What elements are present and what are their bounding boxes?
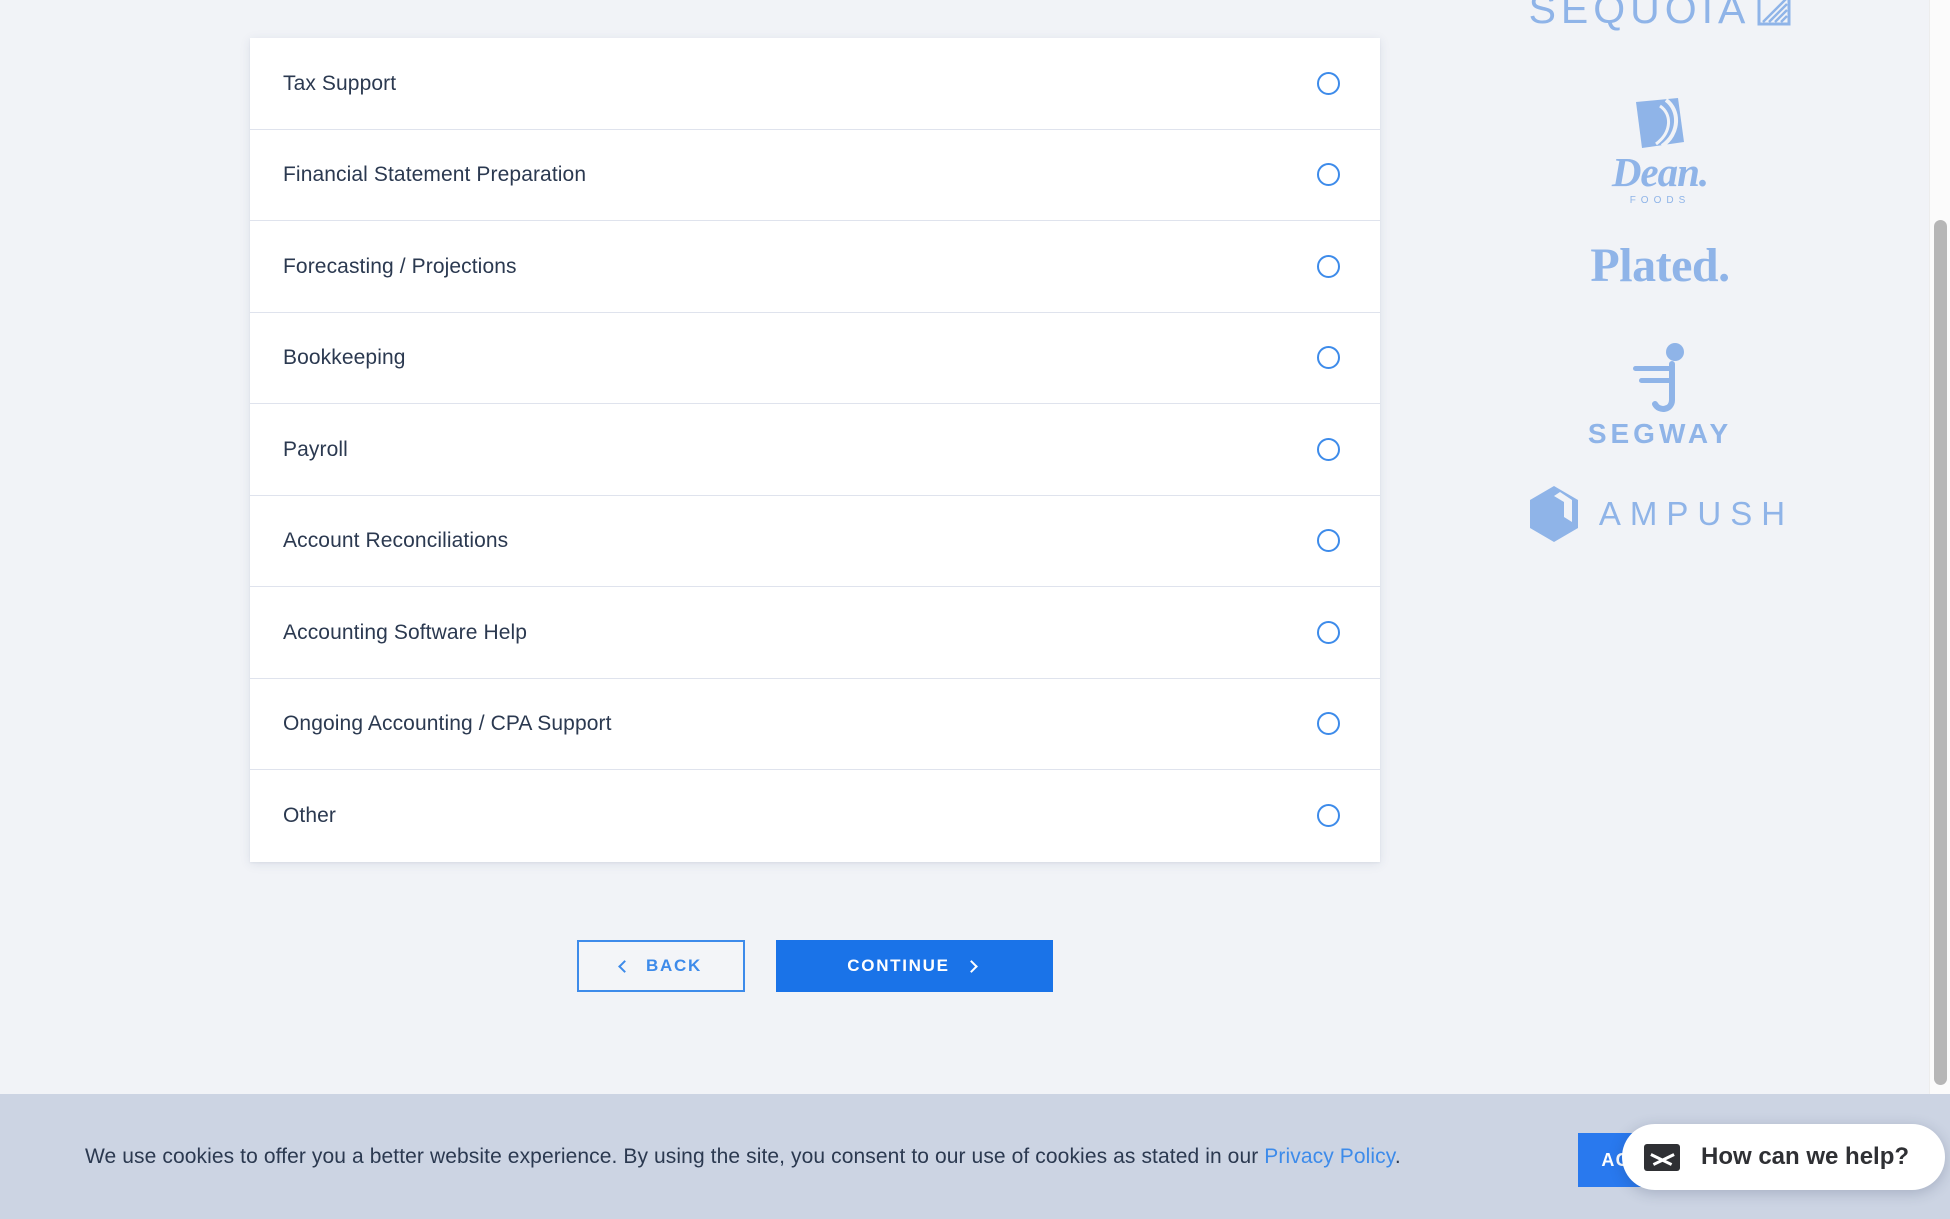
option-row-bookkeeping[interactable]: Bookkeeping — [250, 312, 1380, 404]
privacy-policy-link[interactable]: Privacy Policy — [1264, 1145, 1395, 1168]
radio-button-payroll[interactable] — [1317, 437, 1340, 461]
options-card: Tax Support Financial Statement Preparat… — [250, 38, 1380, 862]
segway-mark-icon — [1633, 343, 1684, 412]
envelope-icon — [1644, 1143, 1680, 1171]
continue-button-label: CONTINUE — [847, 956, 950, 975]
logo-plated: Plated. — [1390, 226, 1930, 304]
logo-ampush: AMPUSH — [1390, 470, 1930, 558]
chevron-right-icon — [964, 959, 978, 973]
logo-segway-wordmark: SEGWAY — [1588, 342, 1732, 450]
logo-plated-text: Plated. — [1590, 238, 1730, 292]
back-button-label: BACK — [646, 956, 702, 975]
option-row-payroll[interactable]: Payroll — [250, 404, 1380, 496]
chat-help-widget[interactable]: How can we help? — [1622, 1124, 1946, 1190]
option-label: Accounting Software Help — [283, 620, 528, 644]
radio-button-ongoing-accounting-cpa-support[interactable] — [1317, 712, 1340, 736]
radio-button-tax-support[interactable] — [1317, 71, 1340, 95]
page-scrollbar-track[interactable] — [1929, 0, 1950, 1094]
logo-ampush-wordmark: AMPUSH — [1526, 484, 1794, 544]
radio-button-forecasting-projections[interactable] — [1317, 254, 1340, 278]
logo-sequoia-text: SEQUOIA — [1528, 0, 1751, 32]
radio-button-account-reconciliations[interactable] — [1317, 529, 1340, 553]
option-row-ongoing-accounting-cpa-support[interactable]: Ongoing Accounting / CPA Support — [250, 678, 1380, 770]
logo-ampush-text: AMPUSH — [1598, 495, 1795, 532]
option-row-financial-statement-preparation[interactable]: Financial Statement Preparation — [250, 129, 1380, 221]
option-label: Financial Statement Preparation — [283, 163, 587, 187]
option-label: Tax Support — [283, 71, 397, 95]
logo-sequoia: SEQUOIA — [1390, 0, 1930, 44]
option-label: Forecasting / Projections — [283, 254, 517, 278]
logo-dean-sub-text: FOODS — [1629, 195, 1691, 206]
option-row-tax-support[interactable]: Tax Support — [250, 38, 1380, 130]
cookie-text-after-link: . — [1394, 1144, 1401, 1168]
content-area: Tax Support Financial Statement Preparat… — [0, 0, 1390, 1094]
option-label: Ongoing Accounting / CPA Support — [283, 712, 612, 736]
page-root: Tax Support Financial Statement Preparat… — [0, 0, 1950, 1219]
partner-logo-rail: SEQUOIA Dean. FOODS Plated. SEGWAY AMPUS… — [1390, 0, 1930, 1094]
cookie-text-before-link: We use cookies to offer you a better web… — [85, 1144, 1265, 1168]
radio-button-financial-statement-preparation[interactable] — [1317, 163, 1340, 187]
radio-button-other[interactable] — [1317, 804, 1340, 828]
option-label: Payroll — [283, 437, 348, 461]
logo-sequoia-wordmark: SEQUOIA — [1529, 0, 1792, 33]
sequoia-mark-icon — [1757, 0, 1791, 26]
logo-segway: SEGWAY — [1390, 330, 1930, 462]
logo-dean-text: Dean. — [1611, 149, 1709, 195]
option-row-other[interactable]: Other — [250, 770, 1380, 862]
cookie-banner-text: We use cookies to offer you a better web… — [85, 1145, 1401, 1169]
option-row-forecasting-projections[interactable]: Forecasting / Projections — [250, 221, 1380, 313]
back-button[interactable]: BACK — [577, 940, 745, 992]
option-row-accounting-software-help[interactable]: Accounting Software Help — [250, 587, 1380, 679]
chevron-left-icon — [618, 959, 631, 973]
ampush-hexagon-icon — [1529, 486, 1578, 542]
dean-foods-mark-icon — [1635, 98, 1684, 148]
navigation-buttons: BACK CONTINUE — [250, 940, 1380, 992]
option-row-account-reconciliations[interactable]: Account Reconciliations — [250, 495, 1380, 587]
page-scrollbar-thumb[interactable] — [1934, 220, 1947, 1085]
radio-button-accounting-software-help[interactable] — [1317, 620, 1340, 644]
continue-button[interactable]: CONTINUE — [776, 940, 1053, 992]
logo-dean-foods: Dean. FOODS — [1390, 96, 1930, 206]
option-label: Other — [283, 804, 337, 828]
radio-button-bookkeeping[interactable] — [1317, 346, 1340, 370]
logo-dean-wordmark: Dean. FOODS — [1611, 96, 1709, 206]
option-label: Account Reconciliations — [283, 529, 509, 553]
logo-segway-text: SEGWAY — [1587, 418, 1733, 449]
option-label: Bookkeeping — [283, 346, 406, 370]
chat-widget-label: How can we help? — [1701, 1143, 1910, 1170]
